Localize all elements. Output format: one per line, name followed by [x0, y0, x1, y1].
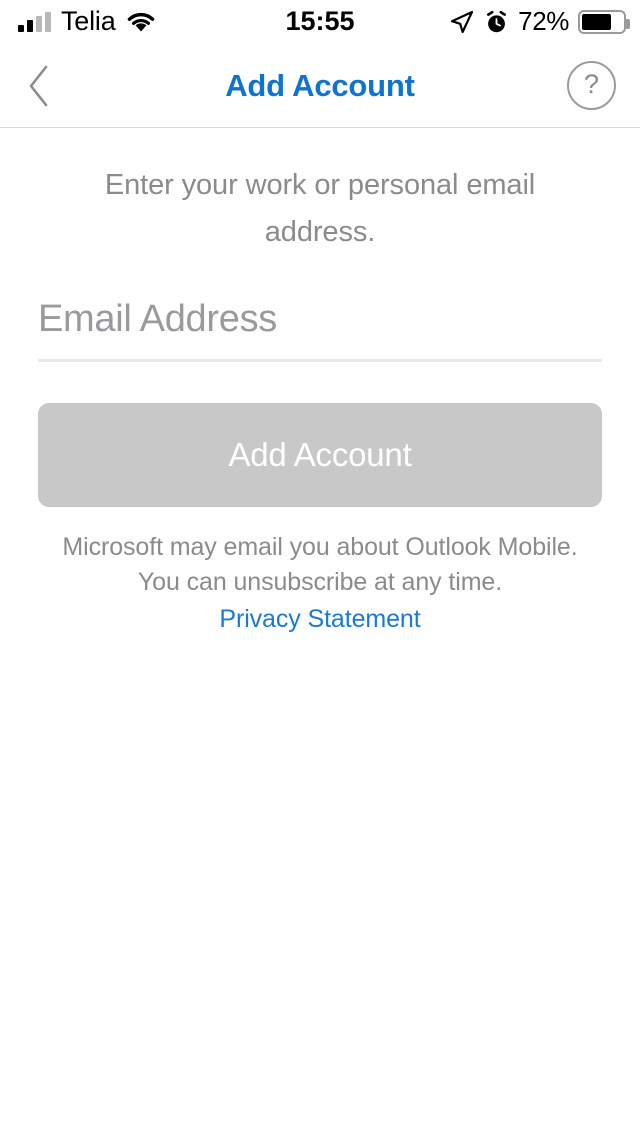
status-bar: Telia 15:55 72% [0, 0, 640, 44]
battery-percentage: 72% [518, 6, 569, 36]
privacy-statement-link[interactable]: Privacy Statement [0, 602, 640, 637]
email-field-group [38, 291, 602, 362]
add-account-button[interactable]: Add Account [38, 403, 602, 507]
navigation-bar: Add Account ? [0, 44, 640, 128]
help-button[interactable]: ? [567, 61, 616, 110]
battery-cap [626, 19, 630, 29]
battery-icon [578, 10, 630, 34]
location-arrow-icon [451, 10, 474, 34]
status-time: 15:55 [285, 5, 355, 36]
battery-fill [582, 14, 611, 30]
status-bar-right: 72% [449, 0, 630, 44]
email-input[interactable] [38, 291, 602, 347]
disclaimer-line-2: You can unsubscribe at any time. [137, 568, 503, 596]
main-content: Enter your work or personal email addres… [0, 128, 640, 637]
app-screen: Telia 15:55 72% Add Account ? Enter your… [0, 0, 640, 1136]
disclaimer-text: Microsoft may email you about Outlook Mo… [26, 530, 614, 600]
instruction-text: Enter your work or personal email addres… [104, 169, 536, 248]
email-input-underline [38, 359, 602, 362]
page-title: Add Account [225, 67, 415, 103]
disclaimer-line-1: Microsoft may email you about Outlook Mo… [62, 533, 578, 561]
help-button-label: ? [583, 69, 600, 99]
alarm-clock-icon [487, 10, 507, 32]
